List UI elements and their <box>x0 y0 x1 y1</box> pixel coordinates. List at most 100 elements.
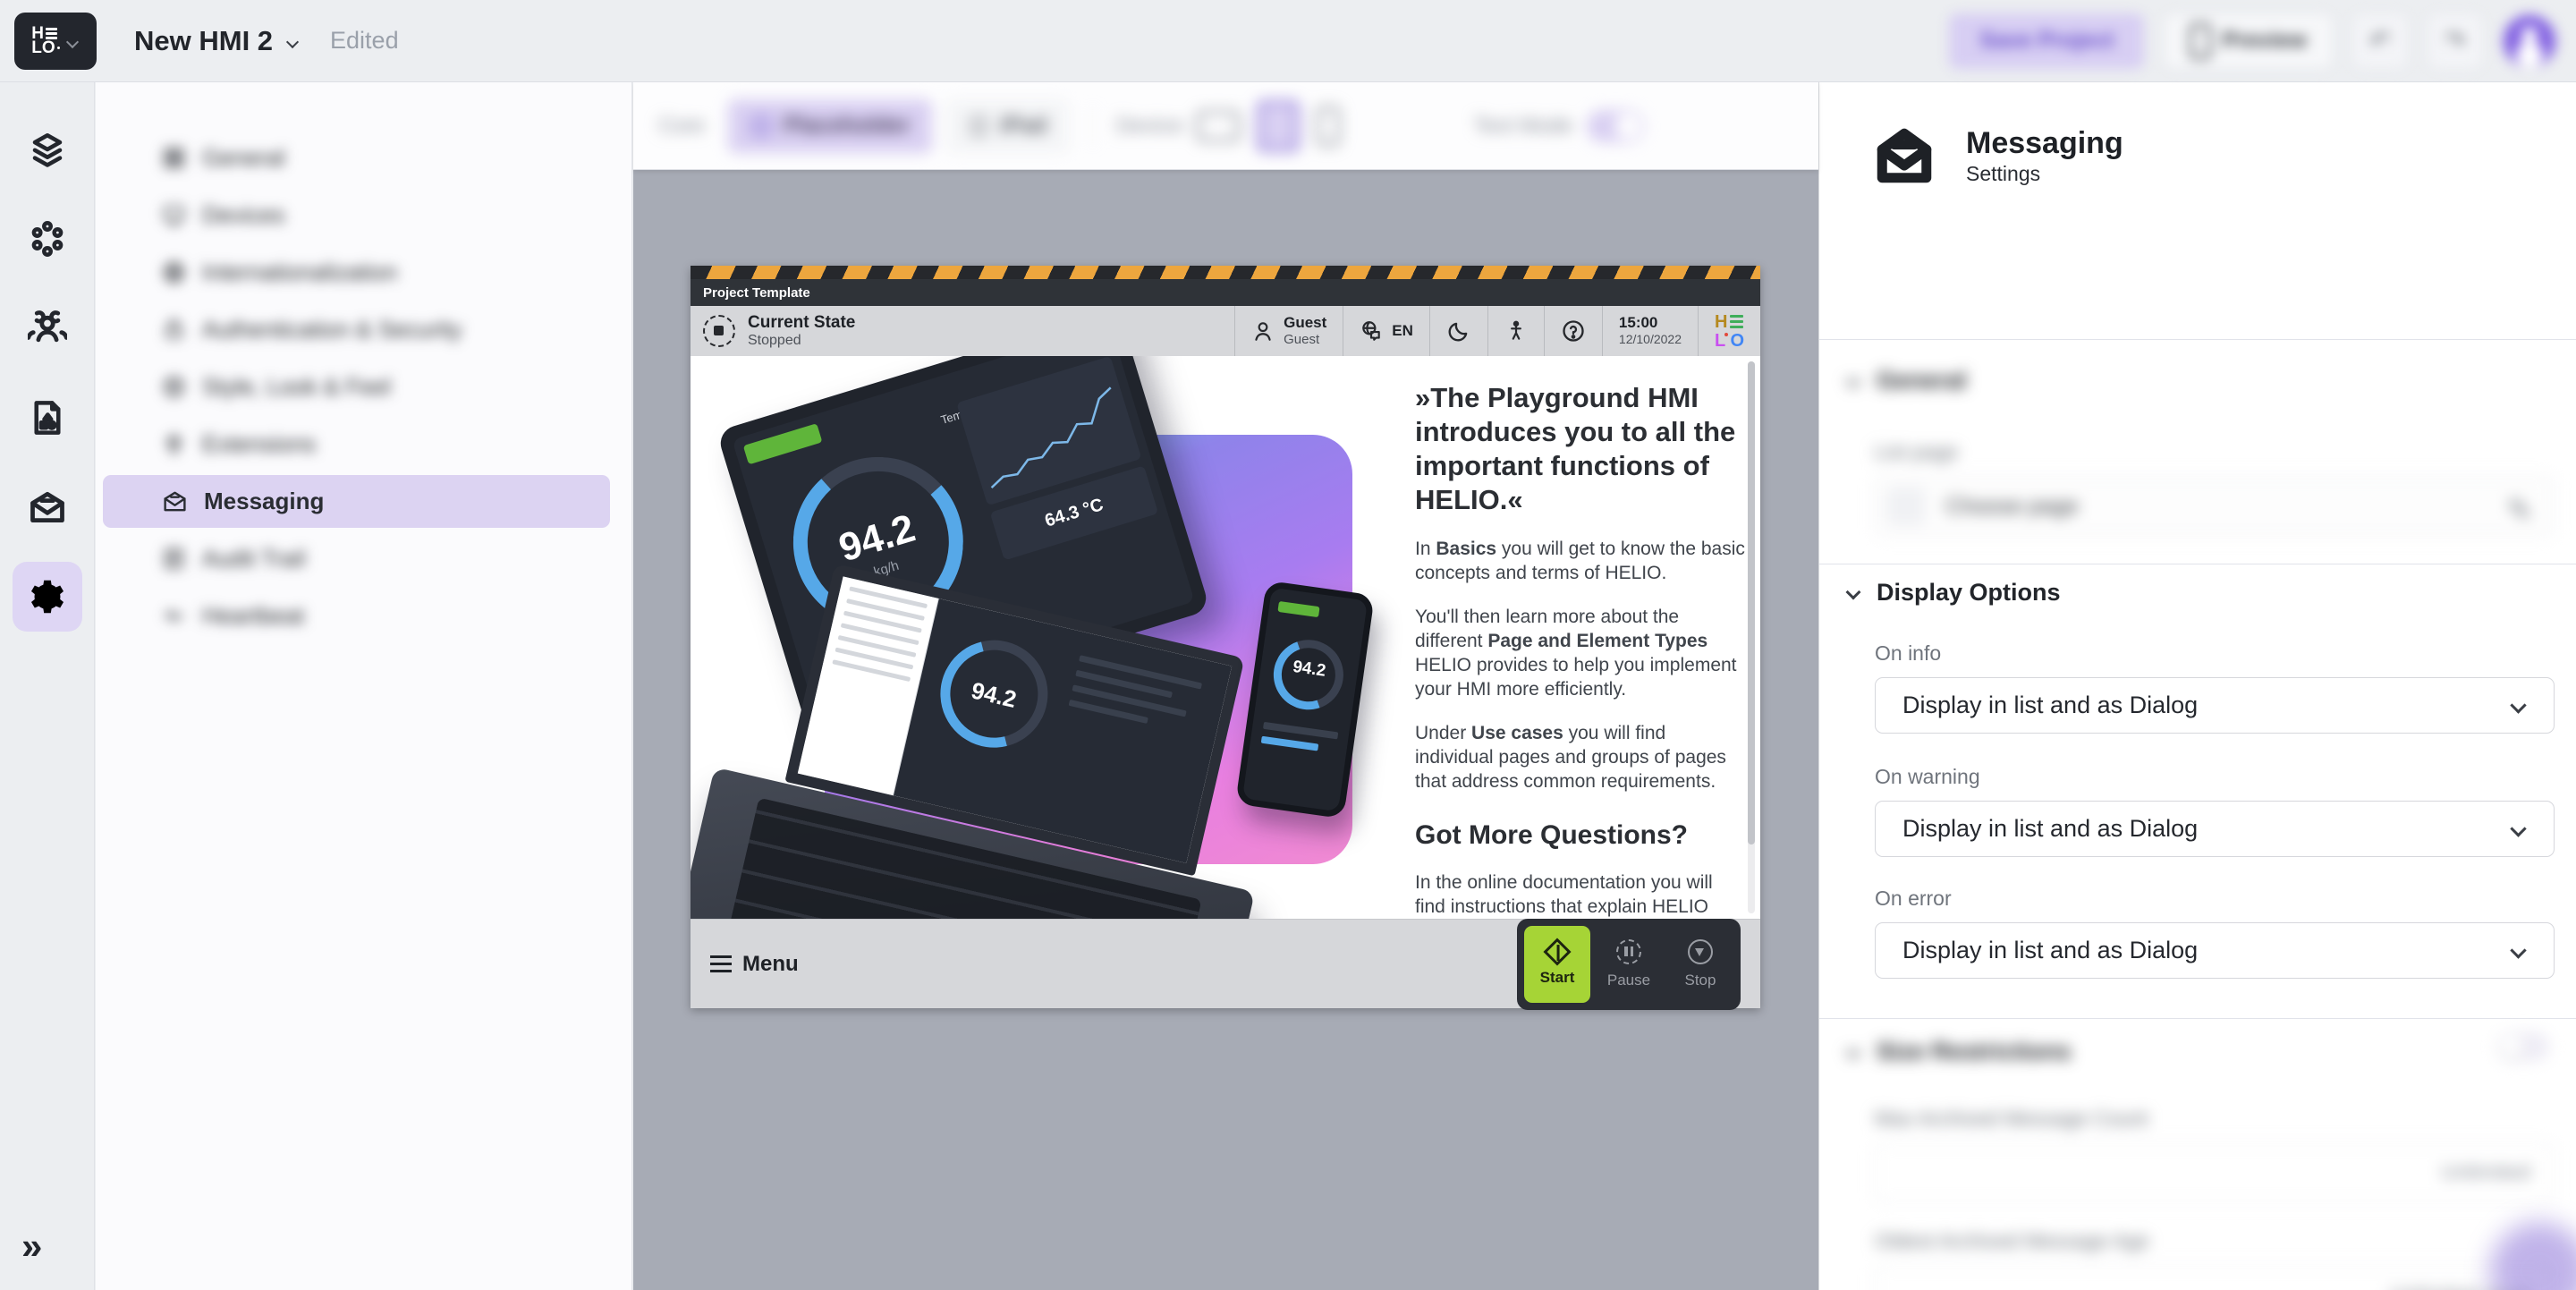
hmi-paragraph-docs: In the online documentation you will fin… <box>1415 870 1748 919</box>
start-button[interactable]: Start <box>1524 926 1590 1003</box>
chevron-down-icon <box>1846 586 1860 600</box>
device-phone-button[interactable] <box>1317 106 1340 146</box>
max-count-input[interactable]: Unlimited <box>1875 1143 2555 1202</box>
undo-button[interactable]: ↶ <box>2352 13 2408 69</box>
stop-icon <box>1688 939 1713 964</box>
chevron-down-icon <box>2511 943 2527 959</box>
rail-components-icon[interactable] <box>27 218 68 259</box>
stopped-state-icon <box>703 315 735 347</box>
menu-item-audit-trail[interactable]: Audit Trail <box>103 532 610 585</box>
icon-rail: » <box>0 82 95 1290</box>
general-heading[interactable]: General <box>1846 367 1967 395</box>
hmi-paragraph-pagetypes: You'll then learn more about the differe… <box>1415 605 1748 701</box>
menu-item-devices[interactable]: Devices <box>103 189 610 242</box>
top-bar: H LO New HMI 2 Edited Save Project Previ… <box>0 0 2576 82</box>
core-label: Core <box>658 114 705 139</box>
hmi-scrollbar-track <box>1748 361 1755 913</box>
stop-button[interactable]: Stop <box>1667 926 1733 1003</box>
menu-item-extensions[interactable]: Extensions <box>103 418 610 471</box>
choose-page-field[interactable]: Choose page <box>1875 476 2555 537</box>
size-restrictions-heading[interactable]: Size Restrictions <box>1846 1038 2072 1065</box>
hmi-menu-button[interactable]: Menu <box>710 952 799 977</box>
expand-rail-button[interactable]: » <box>21 1227 42 1265</box>
redo-button[interactable]: ↷ <box>2428 13 2483 69</box>
person-icon <box>1504 319 1528 343</box>
on-warning-label: On warning <box>1875 765 1980 789</box>
on-warning-select[interactable]: Display in list and as Dialog <box>1875 801 2555 857</box>
menu-item-general[interactable]: General <box>103 132 610 184</box>
hmi-help-cell[interactable] <box>1544 306 1602 356</box>
envelope-open-icon <box>1875 126 1934 185</box>
chevron-down-icon <box>1846 374 1860 388</box>
panel-title: Messaging <box>1966 125 2123 162</box>
hmi-paragraph-basics: In Basics you will get to know the basic… <box>1415 537 1748 585</box>
current-state-label: Current State <box>748 313 855 332</box>
rail-settings-selected[interactable] <box>13 562 82 632</box>
hmi-darkmode-cell[interactable] <box>1429 306 1487 356</box>
device-monitor-button[interactable] <box>1197 111 1240 141</box>
start-icon <box>1543 938 1571 965</box>
pause-button[interactable]: Pause <box>1596 926 1662 1003</box>
hmi-clock-cell[interactable]: 15:00 12/10/2022 <box>1602 306 1698 356</box>
display-options-heading[interactable]: Display Options <box>1846 579 2061 607</box>
menu-item-internationalization[interactable]: Internationalization <box>103 246 610 299</box>
on-error-label: On error <box>1875 887 1952 911</box>
hmi-intro-text: »The Playground HMI introduces you to al… <box>1415 381 1748 919</box>
hmi-paragraph-usecases: Under Use cases you will find individual… <box>1415 721 1748 794</box>
project-title-dropdown[interactable]: New HMI 2 <box>134 25 300 57</box>
app-logo-menu[interactable]: H LO <box>14 13 97 70</box>
scroll-fab-blurred <box>2490 1222 2576 1290</box>
chevron-down-icon <box>67 35 80 47</box>
envelope-open-icon <box>162 488 188 514</box>
run-control-group: Start Pause Stop <box>1517 919 1741 1010</box>
ipad-pill[interactable]: iPad <box>946 99 1069 153</box>
rail-messages-icon[interactable] <box>27 487 68 528</box>
canvas-toolbar: Core Placeholder iPad Device: Text Mode <box>633 82 1818 170</box>
on-info-label: On info <box>1875 641 1941 666</box>
preview-button[interactable]: Preview <box>2164 13 2333 69</box>
max-count-label: Max Archived Message Count <box>1875 1107 2148 1131</box>
save-project-button[interactable]: Save Project <box>1949 13 2144 69</box>
moon-icon <box>1446 318 1471 344</box>
rail-users-icon[interactable] <box>27 308 68 349</box>
hmi-user-cell[interactable]: Guest Guest <box>1234 306 1343 356</box>
pause-icon <box>1616 939 1641 964</box>
hmi-accessibility-cell[interactable] <box>1487 306 1544 356</box>
hmi-template-titlebar: Project Template <box>691 279 1760 306</box>
menu-item-messaging[interactable]: Messaging <box>103 475 610 528</box>
helio-color-logo: H LO <box>1715 313 1744 350</box>
menu-item-auth-security[interactable]: Authentication & Security <box>103 303 610 356</box>
oldest-age-label: Oldest Archived Message Age <box>1875 1229 2149 1253</box>
menu-item-style[interactable]: Style, Look & Feel <box>103 361 610 413</box>
hmi-status-bar: Current State Stopped Guest Guest EN <box>691 306 1760 356</box>
settings-menu: General Devices Internationalization Aut… <box>96 82 632 1290</box>
text-mode-toggle[interactable] <box>1587 110 1644 142</box>
menu-item-heartbeat[interactable]: Heartbeat <box>103 590 610 642</box>
device-tablet-button[interactable] <box>1258 101 1299 151</box>
rail-layers-icon[interactable] <box>27 129 68 170</box>
user-icon <box>1251 319 1275 343</box>
hmi-preview-card: Project Template Current State Stopped G… <box>691 266 1760 1008</box>
rail-assets-icon[interactable] <box>27 397 68 438</box>
hamburger-icon <box>710 955 732 972</box>
panel-subtitle: Settings <box>1966 162 2123 186</box>
hmi-language-cell[interactable]: EN <box>1343 306 1429 356</box>
device-preview-icon <box>2190 23 2211 59</box>
hero-illustration: Temperature Trend 94.2 kg/h 64.3 °C Thro… <box>691 356 1397 919</box>
user-avatar[interactable] <box>2503 14 2556 68</box>
chevron-down-icon <box>1846 1045 1860 1059</box>
on-error-select[interactable]: Display in list and as Dialog <box>1875 922 2555 979</box>
edited-status: Edited <box>330 27 399 55</box>
hmi-questions-heading: Got More Questions? <box>1415 820 1748 851</box>
on-info-select[interactable]: Display in list and as Dialog <box>1875 677 2555 734</box>
oldest-age-input[interactable]: Unlimited days <box>1875 1266 2555 1290</box>
hmi-content: Temperature Trend 94.2 kg/h 64.3 °C Thro… <box>691 356 1760 919</box>
text-mode-label: Text Mode <box>1474 114 1573 139</box>
gear-icon <box>27 576 68 617</box>
placeholder-pill[interactable]: Placeholder <box>728 99 932 153</box>
edit-pencil-icon[interactable] <box>2507 493 2534 520</box>
size-restrictions-toggle[interactable] <box>2497 1032 2549 1061</box>
hazard-stripes <box>691 266 1760 279</box>
hmi-scrollbar-thumb[interactable] <box>1748 361 1755 844</box>
language-globe-icon <box>1360 319 1383 343</box>
